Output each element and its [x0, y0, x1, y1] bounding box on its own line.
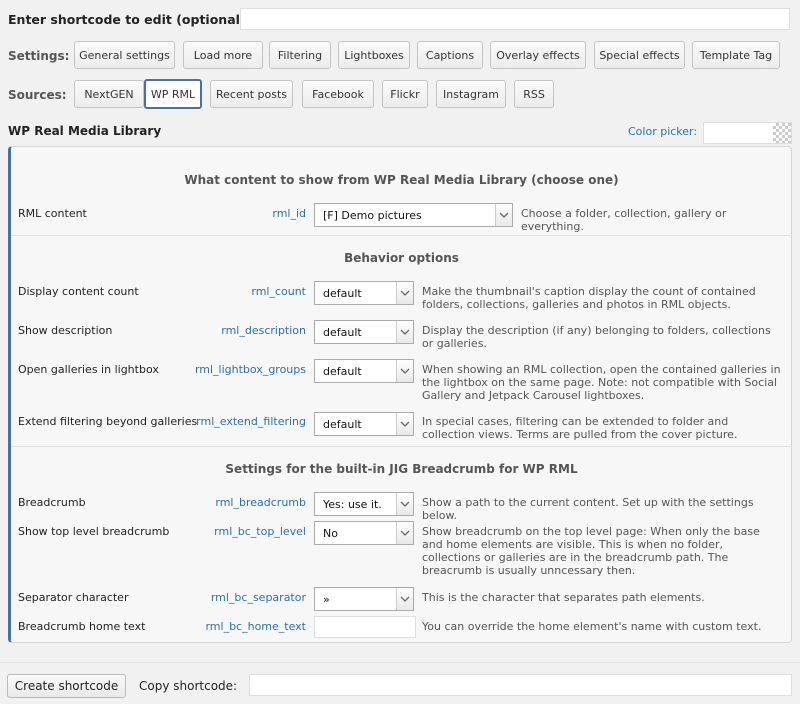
rml-content-select[interactable]: [F] Demo pictures	[314, 203, 513, 227]
wp-rml-button[interactable]: WP RML	[144, 79, 202, 109]
load-more-button[interactable]: Load more	[183, 41, 263, 69]
copy-shortcode-label: Copy shortcode:	[139, 679, 238, 693]
rml-bc-separator-select[interactable]: »	[314, 587, 414, 611]
rml-extend-filtering-select[interactable]: default	[314, 412, 414, 436]
rml-lightbox-groups-select[interactable]: default	[314, 359, 414, 383]
color-picker-label: Color picker:	[628, 125, 698, 138]
option-key: rml_count	[251, 285, 306, 298]
general-settings-button[interactable]: General settings	[74, 41, 175, 69]
chevron-down-icon	[396, 413, 413, 435]
filtering-button[interactable]: Filtering	[269, 41, 331, 69]
option-label: RML content	[18, 207, 87, 220]
sources-toolbar: Sources: NextGEN WP RML Recent posts Fac…	[8, 79, 792, 110]
create-shortcode-button[interactable]: Create shortcode	[7, 674, 126, 698]
shortcode-label: Enter shortcode to edit (optional):	[8, 12, 251, 27]
option-label: Separator character	[18, 591, 129, 604]
divider	[11, 446, 792, 447]
option-description: You can override the home element's name…	[422, 620, 762, 633]
special-effects-button[interactable]: Special effects	[594, 41, 685, 69]
chevron-down-icon	[396, 493, 413, 515]
divider	[11, 235, 792, 236]
settings-label: Settings:	[8, 49, 70, 63]
lightboxes-button[interactable]: Lightboxes	[338, 41, 410, 69]
option-key: rml_extend_filtering	[196, 415, 306, 428]
overlay-effects-button[interactable]: Overlay effects	[490, 41, 586, 69]
rml-breadcrumb-select[interactable]: Yes: use it.	[314, 492, 414, 516]
chevron-down-icon	[495, 204, 512, 226]
chevron-down-icon	[396, 282, 413, 304]
section-title: WP Real Media Library	[8, 124, 162, 138]
option-key: rml_breadcrumb	[215, 496, 306, 509]
flickr-button[interactable]: Flickr	[382, 80, 428, 108]
recent-posts-button[interactable]: Recent posts	[210, 80, 293, 108]
rml-description-select[interactable]: default	[314, 320, 414, 344]
transparency-checker-icon	[773, 123, 791, 143]
chevron-down-icon	[396, 588, 413, 610]
select-value: Yes: use it.	[323, 498, 382, 511]
chevron-down-icon	[396, 522, 413, 544]
option-description: Make the thumbnail's caption display the…	[422, 285, 756, 311]
option-label: Open galleries in lightbox	[18, 363, 159, 376]
select-value: No	[323, 527, 338, 540]
sources-label: Sources:	[8, 88, 67, 102]
option-description: Choose a folder, collection, gallery or …	[521, 207, 727, 233]
option-description: Display the description (if any) belongi…	[422, 324, 771, 350]
option-key: rml_bc_separator	[210, 591, 306, 604]
option-key: rml_lightbox_groups	[194, 363, 306, 376]
option-label: Display content count	[18, 285, 139, 298]
chevron-down-icon	[396, 360, 413, 382]
behavior-heading: Behavior options	[344, 251, 459, 265]
select-value: »	[323, 593, 330, 606]
option-description: In special cases, filtering can be exten…	[422, 415, 738, 441]
rml-bc-home-text-input[interactable]	[314, 616, 416, 638]
rml-bc-top-level-select[interactable]: No	[314, 521, 414, 545]
option-label: Show top level breadcrumb	[18, 525, 170, 538]
option-key: rml_description	[221, 324, 306, 337]
option-description: When showing an RML collection, open the…	[422, 363, 781, 402]
color-picker-input[interactable]	[703, 122, 792, 144]
option-description: Show a path to the current content. Set …	[422, 496, 754, 522]
content-heading: What content to show from WP Real Media …	[184, 173, 619, 187]
select-value: default	[323, 365, 362, 378]
option-label: Show description	[18, 324, 113, 337]
template-tag-button[interactable]: Template Tag	[692, 41, 780, 69]
select-value: default	[323, 326, 362, 339]
option-label: Breadcrumb home text	[18, 620, 146, 633]
option-key: rml_id	[272, 207, 306, 220]
chevron-down-icon	[396, 321, 413, 343]
breadcrumb-heading: Settings for the built-in JIG Breadcrumb…	[225, 462, 578, 476]
copy-shortcode-input[interactable]	[249, 674, 792, 696]
rss-button[interactable]: RSS	[514, 80, 554, 108]
select-value: default	[323, 287, 362, 300]
shortcode-input[interactable]	[240, 8, 790, 30]
option-label: Breadcrumb	[18, 496, 86, 509]
captions-button[interactable]: Captions	[417, 41, 483, 69]
rml-count-select[interactable]: default	[314, 281, 414, 305]
select-value: default	[323, 418, 362, 431]
nextgen-button[interactable]: NextGEN	[74, 80, 144, 108]
select-value: [F] Demo pictures	[323, 209, 422, 222]
option-description: This is the character that separates pat…	[422, 591, 705, 604]
options-panel: What content to show from WP Real Media …	[8, 146, 792, 643]
settings-toolbar: Settings: General settings Load more Fil…	[8, 41, 792, 71]
shortcode-row: Enter shortcode to edit (optional):	[8, 8, 792, 30]
option-label: Extend filtering beyond galleries	[18, 415, 198, 428]
option-description: Show breadcrumb on the top level page: W…	[422, 525, 760, 577]
option-key: rml_bc_home_text	[205, 620, 306, 633]
facebook-button[interactable]: Facebook	[302, 80, 374, 108]
instagram-button[interactable]: Instagram	[436, 80, 506, 108]
option-key: rml_bc_top_level	[214, 525, 306, 538]
